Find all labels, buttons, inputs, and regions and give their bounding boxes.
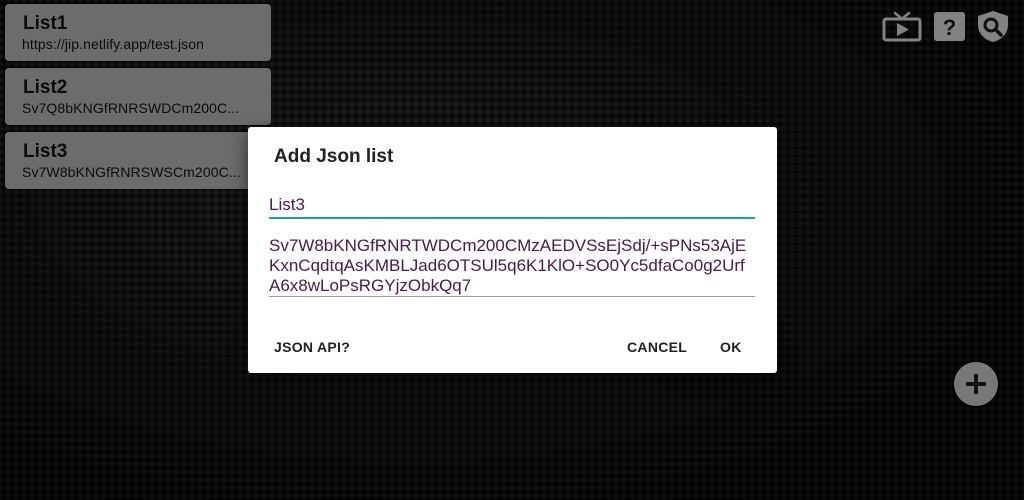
dialog-title: Add Json list [274, 146, 394, 167]
json-key-input[interactable]: Sv7W8bKNGfRNRTWDCm200CMzAEDVSsEjSdj/+sPN… [269, 236, 755, 297]
ok-button[interactable]: OK [720, 339, 742, 355]
add-json-list-dialog: Add Json list Sv7W8bKNGfRNRTWDCm200CMzAE… [248, 127, 777, 373]
cancel-button[interactable]: CANCEL [627, 339, 687, 355]
list-name-input[interactable] [269, 193, 755, 219]
json-api-button[interactable]: JSON API? [274, 339, 350, 355]
